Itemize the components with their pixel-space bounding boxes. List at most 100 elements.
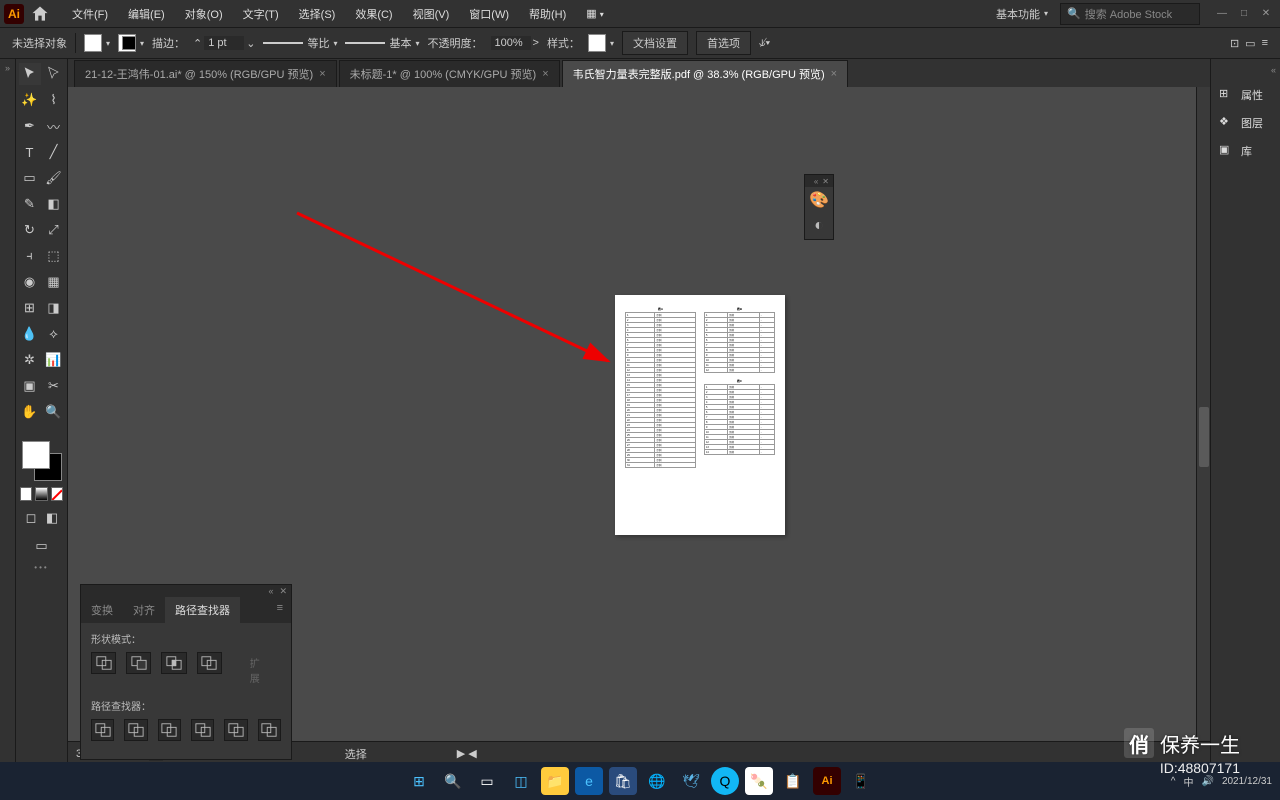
stroke-swatch[interactable]: ▾ (118, 34, 144, 52)
var-width-profile[interactable]: 等比 ▾ (263, 35, 337, 51)
brush-def[interactable]: 基本 ▾ (345, 35, 419, 51)
edge-icon[interactable]: e (575, 767, 603, 795)
menu-effect[interactable]: 效果(C) (345, 6, 402, 22)
brush-tool[interactable]: 🖌 (43, 167, 65, 189)
zoom-tool[interactable]: 🔍 (43, 401, 65, 423)
draw-behind-icon[interactable]: ◧ (43, 509, 61, 527)
blend-tool[interactable]: ⟡ (43, 323, 65, 345)
direct-select-tool[interactable] (43, 63, 65, 85)
minus-back-button[interactable] (258, 719, 281, 741)
qq-icon[interactable]: Q (711, 767, 739, 795)
stroke-weight[interactable]: ⌃ 1 pt ⌄ (193, 36, 255, 50)
menu-window[interactable]: 窗口(W) (459, 6, 519, 22)
doc-tab-active[interactable]: 韦氏智力量表完整版.pdf @ 38.3% (RGB/GPU 预览)× (562, 60, 848, 87)
app-icon[interactable]: 📋 (779, 767, 807, 795)
menu-select[interactable]: 选择(S) (289, 6, 346, 22)
line-tool[interactable]: ╱ (43, 141, 65, 163)
opt-icon[interactable]: ▭ (1245, 37, 1255, 50)
app-icon[interactable]: 🕊 (677, 767, 705, 795)
minimize-icon[interactable]: — (1212, 6, 1232, 22)
none-mode-icon[interactable] (51, 487, 63, 501)
floating-color-panel[interactable]: «✕ 🎨 ◐ (804, 174, 834, 240)
pen-tool[interactable]: ✒ (19, 115, 41, 137)
align-icon[interactable]: ⫝̸▾ (759, 37, 770, 50)
pathfinder-panel[interactable]: «✕ 变换 对齐 路径查找器 ≡ 形状模式： 扩展 路径查找器： (80, 584, 292, 760)
panel-menu-icon[interactable]: ≡ (269, 597, 291, 623)
menu-type[interactable]: 文字(T) (233, 6, 289, 22)
gradient-tool[interactable]: ◨ (43, 297, 65, 319)
type-tool[interactable]: T (19, 141, 41, 163)
home-icon[interactable] (30, 4, 50, 24)
chrome-icon[interactable]: 🌐 (643, 767, 671, 795)
free-transform-tool[interactable]: ⬚ (43, 245, 65, 267)
menu-view[interactable]: 视图(V) (403, 6, 460, 22)
menu-edit[interactable]: 编辑(E) (118, 6, 175, 22)
graphic-style[interactable]: ▾ (588, 34, 614, 52)
unite-button[interactable] (91, 652, 116, 674)
rotate-tool[interactable]: ↻ (19, 219, 41, 241)
panel-collapse-icon[interactable]: « (1211, 65, 1280, 75)
app-icon[interactable]: 📱 (847, 767, 875, 795)
mesh-tool[interactable]: ⊞ (19, 297, 41, 319)
hand-tool[interactable]: ✋ (19, 401, 41, 423)
menu-object[interactable]: 对象(O) (175, 6, 233, 22)
tab-close-icon[interactable]: × (319, 68, 325, 80)
rectangle-tool[interactable]: ▭ (19, 167, 41, 189)
slice-tool[interactable]: ✂ (43, 375, 65, 397)
taskview-icon[interactable]: ▭ (473, 767, 501, 795)
intersect-button[interactable] (161, 652, 186, 674)
workspace-switcher[interactable]: 基本功能 ▾ (988, 4, 1056, 24)
color-mode-icon[interactable] (20, 487, 32, 501)
widgets-icon[interactable]: ◫ (507, 767, 535, 795)
graph-tool[interactable]: 📊 (43, 349, 65, 371)
pathfinder-tab[interactable]: 路径查找器 (165, 597, 240, 623)
crop-button[interactable] (191, 719, 214, 741)
transform-tab[interactable]: 变换 (81, 597, 123, 623)
tab-close-icon[interactable]: × (831, 68, 837, 80)
app-icon[interactable]: 🍡 (745, 767, 773, 795)
maximize-icon[interactable]: □ (1234, 6, 1254, 22)
color-panel-icon[interactable]: 🎨 (805, 187, 833, 213)
draw-normal-icon[interactable]: ◻ (22, 509, 40, 527)
perspective-tool[interactable]: ▦ (43, 271, 65, 293)
trim-button[interactable] (124, 719, 147, 741)
start-icon[interactable]: ⊞ (405, 767, 433, 795)
search-input[interactable]: 🔍 搜索 Adobe Stock (1060, 3, 1200, 25)
eyedropper-tool[interactable]: 💧 (19, 323, 41, 345)
scale-tool[interactable]: ⤢ (43, 219, 65, 241)
fill-swatch[interactable]: ▾ (84, 34, 110, 52)
doc-tab[interactable]: 21-12-王鸿伟-01.ai* @ 150% (RGB/GPU 预览)× (74, 60, 337, 87)
screen-mode-icon[interactable]: ▭ (31, 535, 53, 557)
status-nav-icon[interactable]: ▶ ◀ (457, 747, 477, 760)
divide-button[interactable] (91, 719, 114, 741)
menu-file[interactable]: 文件(F) (62, 6, 118, 22)
properties-panel-button[interactable]: ⊞属性 (1211, 81, 1280, 109)
close-icon[interactable]: ✕ (1256, 6, 1276, 22)
width-tool[interactable]: ⫞ (19, 245, 41, 267)
exclude-button[interactable] (197, 652, 222, 674)
minus-front-button[interactable] (126, 652, 151, 674)
magic-wand-tool[interactable]: ✨ (19, 89, 41, 111)
outline-button[interactable] (224, 719, 247, 741)
store-icon[interactable]: 🛍 (609, 767, 637, 795)
tab-close-icon[interactable]: × (542, 68, 548, 80)
opt-icon[interactable]: ≡ (1262, 37, 1268, 50)
fill-stroke-swatches[interactable] (22, 441, 62, 481)
vertical-scrollbar[interactable] (1196, 87, 1210, 741)
opacity-input[interactable]: 100% > (491, 36, 539, 50)
symbol-spray-tool[interactable]: ✲ (19, 349, 41, 371)
arrange-docs-icon[interactable]: ▦ ▾ (576, 7, 613, 20)
edit-toolbar-icon[interactable]: ••• (20, 563, 63, 572)
explorer-icon[interactable]: 📁 (541, 767, 569, 795)
libraries-panel-button[interactable]: ▣库 (1211, 137, 1280, 165)
gradient-mode-icon[interactable] (35, 487, 47, 501)
align-tab[interactable]: 对齐 (123, 597, 165, 623)
selection-tool[interactable] (19, 63, 41, 85)
curvature-tool[interactable]: 〰 (43, 115, 65, 137)
search-icon[interactable]: 🔍 (439, 767, 467, 795)
menu-help[interactable]: 帮助(H) (519, 6, 576, 22)
doc-tab[interactable]: 未标题-1* @ 100% (CMYK/GPU 预览)× (339, 60, 560, 87)
artboard-tool[interactable]: ▣ (19, 375, 41, 397)
merge-button[interactable] (158, 719, 181, 741)
layers-panel-button[interactable]: ❖图层 (1211, 109, 1280, 137)
